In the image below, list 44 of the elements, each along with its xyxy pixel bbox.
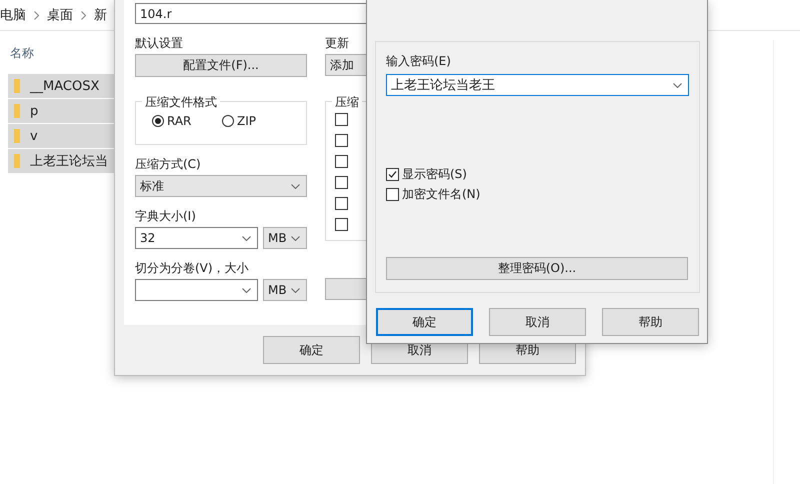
checkbox[interactable] [335,134,348,147]
checkbox[interactable] [335,113,348,126]
dialog-button[interactable]: 确定 [263,336,360,364]
radio-label: ZIP [237,114,256,128]
radio-label: RAR [167,114,192,128]
checkbox[interactable] [335,218,348,231]
password-combo[interactable]: 上老王论坛当老王 [386,74,689,96]
checkbox-label: 加密文件名(N) [402,186,480,202]
unit-dropdown[interactable]: MB [263,279,307,301]
unit-dropdown[interactable]: MB [263,227,307,249]
dictionary-combo[interactable]: 32 [135,227,258,249]
folder-icon [14,129,20,143]
file-item[interactable]: p [8,99,115,124]
checkbox[interactable] [335,197,348,210]
file-item[interactable]: v [8,124,115,149]
chevron-right-icon [34,10,39,20]
dialog-button[interactable]: 确定 [376,308,473,336]
breadcrumb-item[interactable]: 新 [94,6,107,24]
field-label: 默认设置 [135,36,184,50]
checkbox[interactable] [386,168,399,180]
file-item[interactable]: __MACOSX [8,74,115,99]
checkbox[interactable] [335,176,348,189]
field-label: 切分为分卷(V)，大小 [135,261,250,275]
field-label: 字典大小(I) [135,209,197,223]
profiles-button[interactable]: 配置文件(F)... [135,54,307,77]
folder-icon [14,104,20,118]
organize-passwords-button[interactable]: 整理密码(O)... [386,257,688,280]
breadcrumb-item[interactable]: 桌面 [47,6,73,24]
checkbox-label: 显示密码(S) [402,166,467,182]
checkbox[interactable] [386,188,399,200]
field-label: 更新 [325,36,350,50]
dialog-button[interactable]: 帮助 [602,308,699,336]
file-item[interactable]: 上老王论坛当 [8,149,115,174]
folder-icon [14,154,20,168]
folder-icon [14,79,20,93]
breadcrumb-item[interactable]: 电脑 [0,6,26,24]
dialog-button[interactable]: 取消 [489,308,586,336]
split-combo[interactable] [135,279,258,301]
group-title: 压缩文件格式 [142,94,220,111]
field-label: 输入密码(E) [386,54,452,68]
field-label: 压缩方式(C) [135,157,202,171]
checkbox[interactable] [335,155,348,168]
method-dropdown[interactable]: 标准 [135,175,307,197]
chevron-right-icon [81,10,86,20]
